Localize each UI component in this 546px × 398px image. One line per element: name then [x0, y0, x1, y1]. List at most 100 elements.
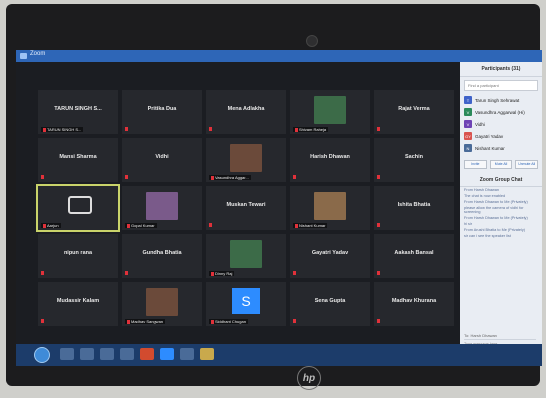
mic-muted-icon: [211, 319, 214, 324]
mic-muted-icon: [125, 127, 128, 131]
video-tile[interactable]: Rajat Verma: [374, 90, 454, 134]
hp-logo: hp: [297, 366, 321, 390]
video-tile[interactable]: Dinny Raj: [206, 234, 286, 278]
participant-name: TARUN SINGH S...: [54, 106, 102, 112]
video-tile[interactable]: Aarjun: [36, 184, 120, 232]
participant-name: Gayatri Yadav: [475, 133, 504, 139]
participant-name: Nishant Kumar: [475, 145, 505, 151]
chat-title: Zoom Group Chat: [460, 175, 542, 187]
video-tile[interactable]: S Siddhant Chugan: [206, 282, 286, 326]
folder-icon[interactable]: [200, 348, 214, 360]
panel-button[interactable]: Unmute All: [515, 160, 539, 169]
panel-button[interactable]: Mute All: [489, 160, 513, 169]
participant-name: Vidhi: [475, 121, 485, 127]
mic-muted-icon: [211, 271, 214, 276]
find-participant-input[interactable]: Find a participant: [464, 80, 538, 91]
chrome-icon[interactable]: [140, 348, 154, 360]
mic-muted-icon: [41, 175, 44, 179]
video-thumbnail: [230, 144, 262, 172]
mic-muted-icon: [41, 271, 44, 275]
participant-row[interactable]: V Vidhi: [460, 118, 542, 130]
video-tile[interactable]: Vidhi: [122, 138, 202, 182]
participant-row[interactable]: GY Gayatri Yadav: [460, 130, 542, 142]
chat-messages: From Harsh Dhawan The chat is now enabled…: [460, 187, 542, 239]
participant-list: T Tarun Singh Sehrawat V Vasundhra Aggarwal…: [460, 94, 542, 154]
video-tile[interactable]: Gayatri Yadav: [290, 234, 370, 278]
taskbar-icon[interactable]: [80, 348, 94, 360]
video-tile[interactable]: Muskan Tewari: [206, 186, 286, 230]
video-gallery: TARUN SINGH S... TARUN SINGH S... Pritika …: [36, 90, 456, 336]
participant-row[interactable]: T Tarun Singh Sehrawat: [460, 94, 542, 106]
mic-muted-icon: [41, 319, 44, 323]
participant-name: Mena Adlakha: [227, 106, 265, 112]
tile-name-label: Gopal Kumar: [125, 223, 157, 228]
participant-name: Vidhi: [155, 154, 169, 160]
mic-muted-icon: [125, 175, 128, 179]
avatar: V: [464, 120, 472, 128]
mic-muted-icon: [293, 271, 296, 275]
video-tile[interactable]: Pritika Dua: [122, 90, 202, 134]
avatar: S: [232, 288, 260, 314]
webcam-lens: [306, 35, 318, 47]
mic-muted-icon: [377, 271, 380, 275]
mic-muted-icon: [209, 127, 212, 131]
participant-name: Muskan Tewari: [226, 202, 266, 208]
avatar: N: [464, 144, 472, 152]
tile-name-label: Dinny Raj: [209, 271, 235, 276]
mic-muted-icon: [43, 223, 46, 228]
chat-recipient[interactable]: To: Harsh Dhawan: [464, 333, 497, 338]
video-tile[interactable]: Vasundhra Aggar...: [206, 138, 286, 182]
video-tile[interactable]: Shivam Raheja: [290, 90, 370, 134]
video-tile[interactable]: Sena Gupta: [290, 282, 370, 326]
video-tile[interactable]: nipun rana: [38, 234, 118, 278]
mic-muted-icon: [293, 319, 296, 323]
video-thumbnail: [314, 192, 346, 220]
video-tile[interactable]: Sachin: [374, 138, 454, 182]
video-thumbnail: [314, 96, 346, 124]
tile-name-label: TARUN SINGH S...: [41, 127, 84, 132]
taskbar-icon[interactable]: [180, 348, 194, 360]
mic-muted-icon: [211, 175, 214, 180]
taskbar-icon[interactable]: [100, 348, 114, 360]
video-tile[interactable]: Mansi Sharma: [38, 138, 118, 182]
participant-name: Mudassir Kalam: [56, 298, 100, 304]
chat-message: please allow the camera of vidhi for scr…: [464, 206, 524, 214]
mic-muted-icon: [377, 175, 380, 179]
mic-muted-icon: [125, 271, 128, 275]
zoom-app-icon: [20, 53, 27, 59]
chat-message: sir can i see the speaker list: [464, 234, 511, 238]
video-thumbnail: [146, 192, 178, 220]
tile-name-label: Aarjun: [41, 223, 61, 228]
mic-muted-icon: [295, 127, 298, 132]
taskbar-icon[interactable]: [120, 348, 134, 360]
participant-name: Gayatri Yadav: [311, 250, 349, 256]
participant-row[interactable]: V Vasundhra Aggarwal (Hi): [460, 106, 542, 118]
participant-name: Sachin: [404, 154, 424, 160]
panel-button[interactable]: Invite: [464, 160, 487, 169]
video-tile[interactable]: Aakash Bansal: [374, 234, 454, 278]
participant-name: Madhav Khurana: [391, 298, 437, 304]
video-tile[interactable]: Madhav Sangwan: [122, 282, 202, 326]
video-tile[interactable]: Harish Dhawan: [290, 138, 370, 182]
video-tile[interactable]: Mena Adlakha: [206, 90, 286, 134]
participant-name: Ishita Bhatia: [397, 202, 431, 208]
zoom-taskbar-icon[interactable]: [160, 348, 174, 360]
video-tile[interactable]: Ishita Bhatia: [374, 186, 454, 230]
video-tile[interactable]: Madhav Khurana: [374, 282, 454, 326]
video-tile[interactable]: Gundha Bhatia: [122, 234, 202, 278]
start-button[interactable]: [34, 347, 50, 363]
avatar: T: [464, 96, 472, 104]
avatar: GY: [464, 132, 472, 140]
participant-row[interactable]: N Nishant Kumar: [460, 142, 542, 154]
participant-name: Sena Gupta: [314, 298, 346, 304]
taskbar-icon[interactable]: [60, 348, 74, 360]
video-tile[interactable]: TARUN SINGH S... TARUN SINGH S...: [38, 90, 118, 134]
tile-name-label: Shivam Raheja: [293, 127, 329, 132]
participant-actions: Invite Mute All Unmute All: [460, 154, 542, 175]
video-tile[interactable]: Nishant Kumar: [290, 186, 370, 230]
participant-name: Mansi Sharma: [59, 154, 97, 160]
video-thumbnail: [146, 288, 178, 316]
video-tile[interactable]: Gopal Kumar: [122, 186, 202, 230]
video-tile[interactable]: Mudassir Kalam: [38, 282, 118, 326]
window-title: Zoom: [30, 51, 46, 57]
